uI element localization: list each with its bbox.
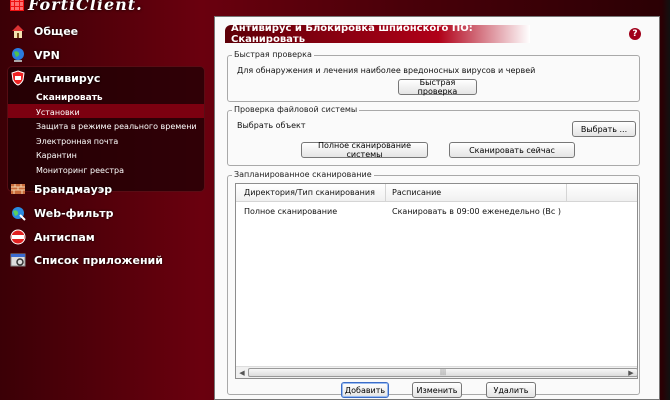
sidebar-subitem-realtime[interactable]: Защита в режиме реального времени: [36, 119, 197, 133]
select-object-label: Выбрать объект: [237, 121, 306, 130]
forticlient-window: FortiClient. Общее VPN Антивирус Сканиро…: [0, 0, 670, 400]
sidebar: Общее VPN Антивирус Сканировать Установк…: [0, 14, 210, 400]
scroll-right-icon[interactable]: ▶: [626, 368, 636, 378]
quick-scan-description: Для обнаружения и лечения наиболее вредо…: [237, 66, 536, 75]
logo: FortiClient.: [10, 0, 143, 14]
sidebar-item-app-list[interactable]: Список приложений: [10, 250, 163, 270]
app-list-icon: [10, 253, 26, 267]
column-header-directory[interactable]: Директория/Тип сканирования: [244, 188, 375, 197]
scheduled-scan-list[interactable]: Директория/Тип сканирования Расписание П…: [235, 183, 638, 379]
quick-scan-group-label: Быстрая проверка: [232, 50, 314, 59]
sidebar-item-firewall[interactable]: Брандмауэр: [10, 179, 112, 199]
sidebar-item-web-filter[interactable]: Web-фильтр: [10, 203, 114, 223]
scheduled-scan-group-label: Запланированное сканирование: [232, 170, 374, 179]
sidebar-subitem-email[interactable]: Электронная почта: [36, 134, 118, 148]
sidebar-item-vpn[interactable]: VPN: [10, 45, 60, 65]
fs-check-group: Проверка файловой системы: [227, 105, 640, 166]
shield-icon: [11, 70, 25, 86]
page-title: Антивирус и Блокировка шпионского ПО: Ск…: [225, 23, 530, 45]
spam-icon: [10, 229, 26, 245]
firewall-icon: [11, 184, 25, 194]
scan-now-button[interactable]: Сканировать сейчас: [449, 142, 575, 158]
fs-check-group-label: Проверка файловой системы: [232, 105, 360, 114]
scrollbar-thumb[interactable]: |||: [248, 368, 638, 377]
add-button[interactable]: Добавить: [341, 382, 389, 398]
delete-button[interactable]: Удалить: [486, 382, 536, 398]
list-header: Директория/Тип сканирования Расписание: [236, 184, 637, 202]
scroll-left-icon[interactable]: ◀: [237, 368, 247, 378]
sidebar-subitem-quarantine[interactable]: Карантин: [36, 148, 77, 162]
sidebar-item-antivirus[interactable]: Антивирус: [10, 68, 100, 88]
fortinet-logo-icon: [10, 0, 24, 11]
column-header-schedule[interactable]: Расписание: [392, 188, 441, 197]
sidebar-subitem-settings[interactable]: Установки: [36, 105, 80, 119]
row-schedule-cell: Сканировать в 09:00 еженедельно (Вс ): [392, 207, 561, 216]
window-edge: [662, 0, 670, 400]
quick-scan-button[interactable]: Быстрая проверка: [398, 78, 477, 96]
globe-icon: [12, 48, 24, 62]
edit-button[interactable]: Изменить: [412, 382, 462, 398]
sidebar-item-general[interactable]: Общее: [10, 21, 78, 41]
column-separator[interactable]: [566, 184, 567, 202]
main-panel: Антивирус и Блокировка шпионского ПО: Ск…: [214, 16, 660, 400]
sidebar-item-antispam[interactable]: Антиспам: [10, 227, 95, 247]
help-icon[interactable]: ?: [629, 28, 641, 40]
house-icon: [12, 25, 24, 38]
logo-text: FortiClient.: [28, 0, 143, 14]
row-directory-cell: Полное сканирование: [244, 207, 338, 216]
sidebar-subitem-scan[interactable]: Сканировать: [36, 91, 103, 105]
browse-button[interactable]: Выбрать ...: [572, 121, 636, 137]
full-scan-button[interactable]: Полное сканирование системы: [301, 141, 428, 159]
sidebar-subitem-registry[interactable]: Мониторинг реестра: [36, 163, 124, 177]
horizontal-scrollbar[interactable]: ◀ ||| ▶: [236, 366, 638, 378]
web-filter-icon: [12, 207, 26, 221]
column-separator[interactable]: [385, 184, 386, 202]
